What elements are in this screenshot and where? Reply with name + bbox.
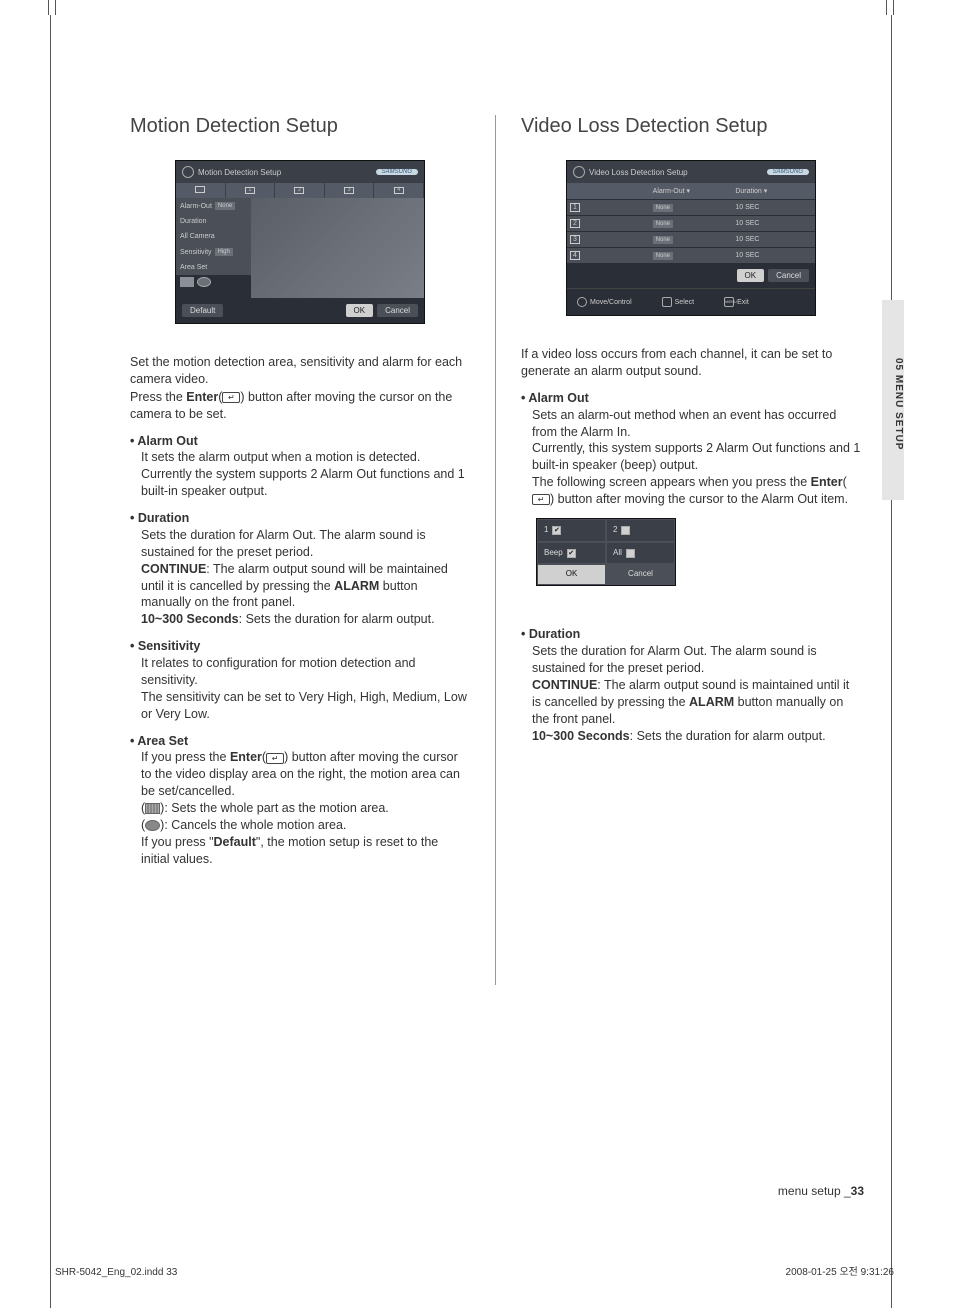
- settings-icon: [573, 166, 585, 178]
- left-section-title: Motion Detection Setup: [130, 115, 470, 138]
- bullet-duration: Duration Sets the duration for Alarm Out…: [521, 626, 861, 744]
- cancel-button[interactable]: Cancel: [768, 269, 809, 282]
- tab-cam-4[interactable]: 4: [374, 183, 424, 198]
- popup-cancel-button[interactable]: Cancel: [606, 564, 675, 585]
- table-row[interactable]: 3 None 10 SEC: [567, 231, 815, 247]
- page-label: menu setup _33: [778, 1184, 864, 1198]
- row-alarm-out[interactable]: Alarm-Out None: [176, 198, 251, 214]
- video-loss-table: Alarm-Out ▾ Duration ▾ 1 None 10 SEC 2 N…: [567, 183, 815, 263]
- grid-set-icon: [145, 803, 160, 814]
- tab-cam-3[interactable]: 3: [325, 183, 375, 198]
- footer-timestamp: 2008-01-25 오전 9:31:26: [786, 1263, 894, 1278]
- grid-cancel-icon: [145, 820, 160, 831]
- brand-logo: SAMSUNG: [767, 169, 809, 175]
- camera-tabs: 1 2 3 4: [176, 183, 424, 198]
- table-row[interactable]: 4 None 10 SEC: [567, 247, 815, 263]
- popup-ok-button[interactable]: OK: [537, 564, 606, 585]
- enter-key-icon: ↵: [532, 494, 550, 505]
- checkbox-icon[interactable]: [567, 549, 576, 558]
- select-key-icon: [662, 297, 672, 307]
- tab-cam-2[interactable]: 2: [275, 183, 325, 198]
- menu-key-icon: MENU: [724, 297, 734, 307]
- row-sensitivity[interactable]: Sensitivity High: [176, 244, 251, 260]
- popup-opt-1[interactable]: 1: [537, 519, 606, 542]
- ss-title-text: Motion Detection Setup: [198, 168, 281, 177]
- right-section-title: Video Loss Detection Setup: [521, 115, 861, 138]
- bullet-alarm-out: Alarm Out It sets the alarm output when …: [130, 433, 470, 501]
- motion-detection-screenshot: Motion Detection Setup SAMSUNG 1 2 3 4 A…: [175, 160, 425, 324]
- footer-filename: SHR-5042_Eng_02.indd 33: [55, 1267, 177, 1278]
- default-button[interactable]: Default: [182, 304, 223, 317]
- enter-key-icon: ↵: [222, 392, 240, 403]
- bullet-area-set: Area Set If you press the Enter(↵) butto…: [130, 733, 470, 868]
- intro-para-2: Press the Enter(↵) button after moving t…: [130, 389, 470, 423]
- popup-opt-beep[interactable]: Beep: [537, 542, 606, 565]
- ss-side-panel: Alarm-Out None Duration All Camera Sensi…: [176, 198, 251, 298]
- table-row[interactable]: 1 None 10 SEC: [567, 199, 815, 215]
- video-loss-screenshot: Video Loss Detection Setup SAMSUNG Alarm…: [566, 160, 816, 316]
- right-body-text: If a video loss occurs from each channel…: [521, 346, 861, 744]
- row-all-camera[interactable]: All Camera: [176, 229, 251, 244]
- checkbox-icon[interactable]: [552, 526, 561, 535]
- column-divider: [495, 115, 496, 985]
- checkbox-icon[interactable]: [621, 526, 630, 535]
- alarm-out-value: None: [215, 202, 235, 210]
- brand-logo: SAMSUNG: [376, 169, 418, 175]
- col-alarm-out[interactable]: Alarm-Out ▾: [650, 183, 733, 199]
- area-set-cancel-icon[interactable]: [197, 277, 211, 287]
- checkbox-icon[interactable]: [626, 549, 635, 558]
- ok-button[interactable]: OK: [737, 269, 765, 282]
- row-duration[interactable]: Duration: [176, 214, 251, 229]
- intro-para: If a video loss occurs from each channel…: [521, 346, 861, 380]
- popup-opt-all[interactable]: All: [606, 542, 675, 565]
- left-column: Motion Detection Setup Motion Detection …: [130, 115, 470, 985]
- alarm-out-popup: 1 2 Beep All OK Cancel: [536, 518, 676, 586]
- ss-title-text: Video Loss Detection Setup: [589, 168, 688, 177]
- tab-cam-1[interactable]: 1: [226, 183, 276, 198]
- popup-opt-2[interactable]: 2: [606, 519, 675, 542]
- sensitivity-value: High: [215, 248, 233, 256]
- cancel-button[interactable]: Cancel: [377, 304, 418, 317]
- col-camera[interactable]: [567, 183, 650, 199]
- chapter-side-tab: 05 MENU SETUP: [882, 300, 904, 500]
- bullet-sensitivity: Sensitivity It relates to configuration …: [130, 638, 470, 722]
- left-body-text: Set the motion detection area, sensitivi…: [130, 354, 470, 868]
- right-column: Video Loss Detection Setup Video Loss De…: [521, 115, 861, 985]
- bullet-alarm-out: Alarm Out Sets an alarm-out method when …: [521, 390, 861, 508]
- enter-key-icon: ↵: [266, 753, 284, 764]
- video-preview[interactable]: [251, 198, 424, 298]
- ok-button[interactable]: OK: [346, 304, 374, 317]
- tab-all[interactable]: [176, 183, 226, 198]
- table-row[interactable]: 2 None 10 SEC: [567, 215, 815, 231]
- row-area-set[interactable]: Area Set: [176, 260, 251, 275]
- settings-icon: [182, 166, 194, 178]
- page-content: Motion Detection Setup Motion Detection …: [130, 115, 870, 985]
- area-set-grid-icon[interactable]: [180, 277, 194, 287]
- move-control-icon: [577, 297, 587, 307]
- bullet-duration: Duration Sets the duration for Alarm Out…: [130, 510, 470, 628]
- col-duration[interactable]: Duration ▾: [732, 183, 815, 199]
- intro-para-1: Set the motion detection area, sensitivi…: [130, 354, 470, 388]
- ss-hint-bar: Move/Control Select MENUExit: [567, 288, 815, 315]
